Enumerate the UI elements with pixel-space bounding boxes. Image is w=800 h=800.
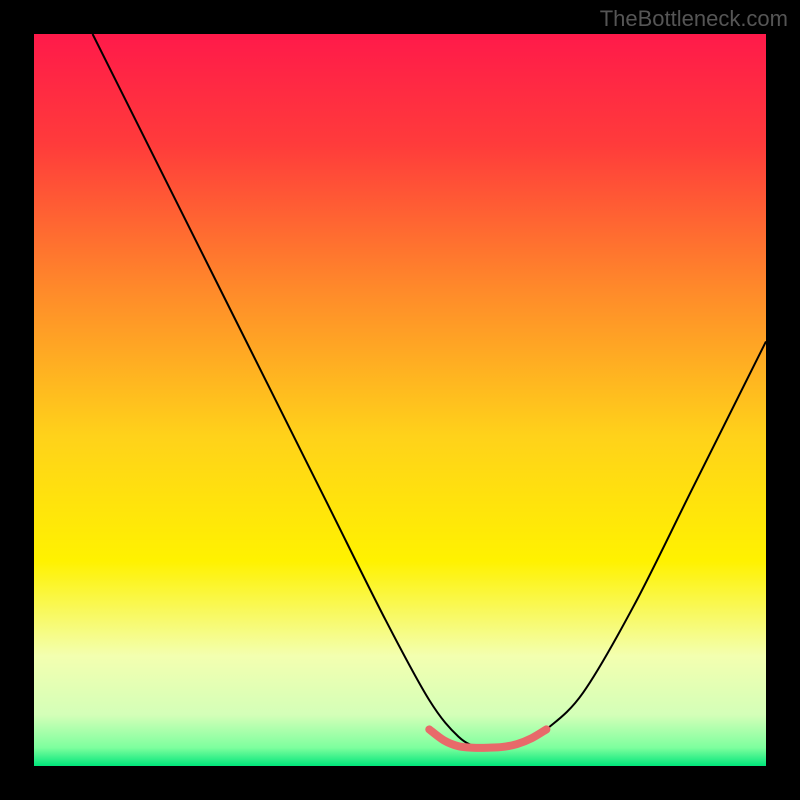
watermark-text: TheBottleneck.com [600,6,788,32]
chart-curves [34,34,766,766]
optimal-marker [429,729,546,747]
bottleneck-curve [93,34,766,749]
chart-plot-area [34,34,766,766]
